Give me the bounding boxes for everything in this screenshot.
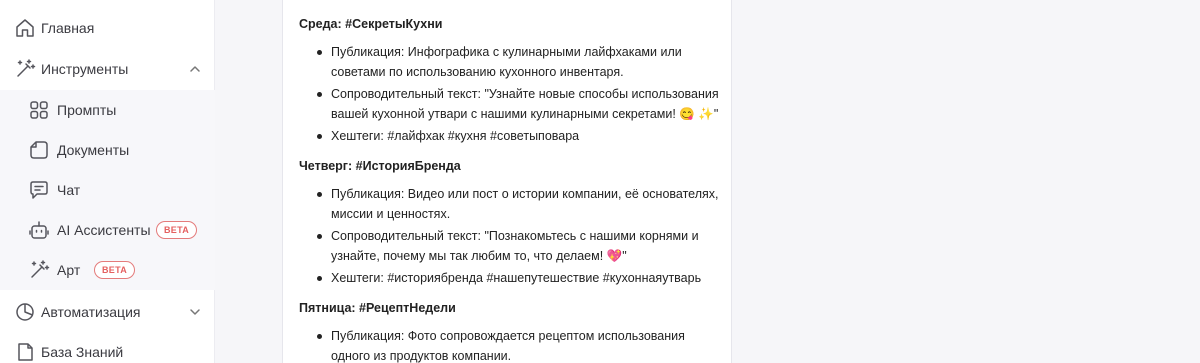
day-points: Публикация: Фото сопровождается рецептом… (317, 326, 719, 363)
nav-knowledge-base-label: База Знаний (41, 344, 124, 360)
message-card: Среда: #СекретыКухни Публикация: Инфогра… (282, 0, 732, 363)
file-icon (14, 341, 36, 363)
document-icon (28, 139, 50, 161)
sidebar: Главная Инструменты Промпты Документы Ча… (0, 0, 215, 363)
nav-chat-label: Чат (57, 182, 81, 198)
list-item: Публикация: Фото сопровождается рецептом… (317, 326, 719, 363)
list-item: Хештеги: #историябренда #нашепутешествие… (317, 268, 719, 288)
nav-home-label: Главная (41, 20, 95, 36)
grid-icon (28, 99, 50, 121)
pie-chart-icon (14, 301, 36, 323)
nav-automation-label: Автоматизация (41, 304, 141, 320)
list-item: Сопроводительный текст: "Познакомьтесь с… (317, 226, 719, 266)
nav-automation[interactable]: Автоматизация (0, 292, 215, 332)
day-points: Публикация: Инфографика с кулинарными ла… (317, 42, 719, 146)
beta-badge: BETA (94, 261, 136, 279)
chevron-up-icon[interactable] (187, 61, 203, 77)
nav-art[interactable]: Арт BETA (0, 250, 215, 290)
chat-icon (28, 179, 50, 201)
nav-tools[interactable]: Инструменты (0, 49, 215, 89)
nav-art-label: Арт (57, 262, 81, 278)
day-title: Пятница: #РецептНедели (299, 301, 456, 315)
nav-prompts[interactable]: Промпты (0, 90, 215, 130)
nav-chat[interactable]: Чат (0, 170, 215, 210)
nav-documents[interactable]: Документы (0, 130, 215, 170)
day-title: Среда: #СекретыКухни (299, 17, 443, 31)
magic-wand-icon (28, 259, 50, 281)
nav-home[interactable]: Главная (0, 8, 215, 48)
day-title: Четверг: #ИсторияБренда (299, 159, 461, 173)
nav-prompts-label: Промпты (57, 102, 117, 118)
list-item: Сопроводительный текст: "Узнайте новые с… (317, 84, 719, 124)
magic-wand-icon (14, 58, 36, 80)
day-points: Публикация: Видео или пост о истории ком… (317, 184, 719, 288)
nav-tools-label: Инструменты (41, 61, 129, 77)
list-item: Публикация: Инфографика с кулинарными ла… (317, 42, 719, 82)
home-icon (14, 17, 36, 39)
nav-knowledge-base[interactable]: База Знаний (0, 332, 215, 363)
beta-badge: BETA (156, 221, 198, 239)
main-area: Среда: #СекретыКухни Публикация: Инфогра… (216, 0, 1200, 363)
robot-icon (28, 219, 50, 241)
nav-documents-label: Документы (57, 142, 130, 158)
nav-ai-assistants-label: AI Ассистенты (57, 222, 151, 238)
list-item: Хештеги: #лайфхак #кухня #советыповара (317, 126, 719, 146)
list-item: Публикация: Видео или пост о истории ком… (317, 184, 719, 224)
nav-ai-assistants[interactable]: AI Ассистенты BETA (0, 210, 215, 250)
chevron-down-icon[interactable] (187, 304, 203, 320)
message-content: Среда: #СекретыКухни Публикация: Инфогра… (299, 14, 719, 363)
